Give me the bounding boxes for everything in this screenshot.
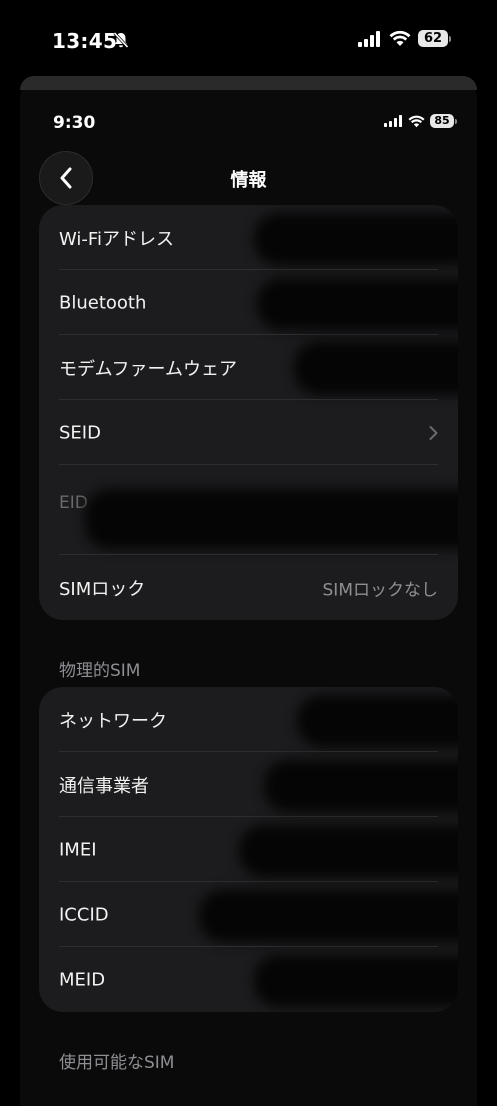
row-label: SIMロック [59,578,146,600]
row-label: SEID [59,422,101,443]
sim-lock-row[interactable]: SIMロック SIMロックなし [39,555,458,620]
seid-row[interactable]: SEID [39,400,458,465]
info-card: Wi-Fiアドレス Bluetooth モデムファームウェア SEID EID … [39,205,458,620]
battery-icon: 62 [418,30,451,47]
row-label: ネットワーク [59,710,167,732]
iccid-row[interactable]: ICCID [39,882,458,947]
redacted-value [257,278,458,330]
bluetooth-row[interactable]: Bluetooth [39,270,458,335]
imei-row[interactable]: IMEI [39,817,458,882]
available-sim-header: 使用可能なSIM [59,1053,175,1073]
physical-sim-header: 物理的SIM [59,661,141,681]
redacted-value [264,760,458,812]
redacted-value [254,213,458,265]
redacted-value [254,955,458,1007]
redacted-value [239,825,458,877]
row-label: 通信事業者 [59,775,149,797]
battery-icon: 85 [430,114,457,128]
meid-row[interactable]: MEID [39,947,458,1012]
network-row[interactable]: ネットワーク [39,687,458,752]
battery-level: 85 [430,114,454,128]
battery-level: 62 [418,30,448,47]
redacted-value [199,890,458,942]
outer-status-bar: 13:45 62 [0,0,497,70]
sheet-edge [20,76,477,90]
row-label: Bluetooth [59,292,147,313]
cellular-signal-icon [384,115,402,127]
inner-status-bar: 85 [384,114,457,128]
eid-row[interactable]: EID [39,465,458,555]
wifi-icon [408,115,425,127]
sim-lock-value: SIMロックなし [322,580,438,600]
wifi-address-row[interactable]: Wi-Fiアドレス [39,205,458,270]
row-label: EID [59,493,88,513]
wifi-icon [389,30,411,46]
silent-bell-icon [113,31,129,49]
redacted-value [85,489,458,549]
row-label: IMEI [59,839,97,860]
physical-sim-card: ネットワーク 通信事業者 IMEI ICCID MEID [39,687,458,1012]
row-label: MEID [59,969,106,990]
row-label: ICCID [59,904,109,925]
modem-firmware-row[interactable]: モデムファームウェア [39,335,458,400]
page-title: 情報 [230,170,267,191]
carrier-row[interactable]: 通信事業者 [39,752,458,817]
cellular-signal-icon [358,30,380,47]
inner-clock: 9:30 [53,113,96,133]
row-label: モデムファームウェア [59,358,238,380]
redacted-value [297,695,458,747]
chevron-right-icon [429,425,438,440]
outer-clock: 13:45 [52,29,118,53]
redacted-value [294,341,458,395]
row-label: Wi-Fiアドレス [59,228,174,250]
